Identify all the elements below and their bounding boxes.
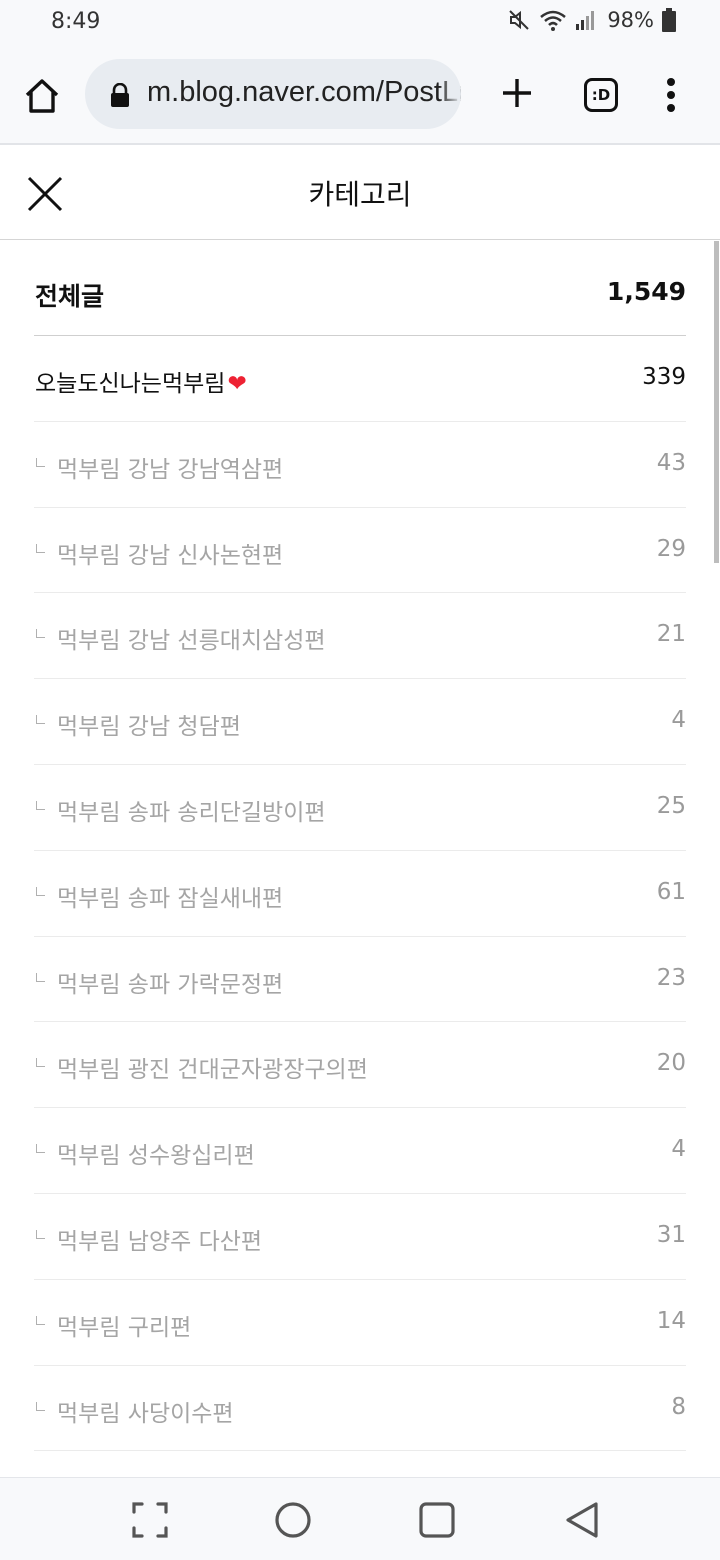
url-fade <box>439 59 461 129</box>
subcategory-count: 14 <box>656 1307 686 1334</box>
page-title: 카테고리 <box>308 178 412 211</box>
status-time: 8:49 <box>51 9 101 34</box>
subcategory-item[interactable]: 먹부림 성수왕십리편 4 <box>34 1108 686 1194</box>
category-total[interactable]: 전체글 1,549 <box>34 241 686 336</box>
category-count: 339 <box>642 364 686 390</box>
subcategory-name: 먹부림 남양주 다산편 <box>57 1228 263 1255</box>
branch-icon <box>36 1229 45 1239</box>
battery-percent: 98% <box>607 8 654 32</box>
url-text[interactable]: m.blog.naver.com/PostList <box>147 76 461 109</box>
category-header: 카테고리 <box>0 145 720 240</box>
branch-icon <box>36 1144 45 1154</box>
subcategory-name: 먹부림 송파 잠실새내편 <box>57 885 284 912</box>
back-triangle-icon[interactable] <box>562 1500 602 1540</box>
subcategory-item[interactable]: 먹부림 구리편 14 <box>34 1280 686 1366</box>
category-parent[interactable]: 오늘도신나는먹부림❤ 339 <box>34 336 686 422</box>
subcategory-name: 먹부림 송파 송리단길방이편 <box>57 799 326 826</box>
more-vertical-icon[interactable] <box>662 78 680 112</box>
subcategory-name: 먹부림 송파 가락문정편 <box>57 971 284 998</box>
subcategory-count: 61 <box>656 878 686 905</box>
subcategory-item[interactable]: 먹부림 광진 건대군자광장구의편 20 <box>34 1022 686 1109</box>
subcategory-count: 8 <box>671 1393 686 1420</box>
home-circle-icon[interactable] <box>273 1500 313 1540</box>
subcategory-count: 31 <box>656 1221 686 1248</box>
branch-icon <box>36 972 45 982</box>
subcategory-item[interactable]: 먹부림 강남 강남역삼편 43 <box>34 422 686 508</box>
subcategory-count: 23 <box>656 964 686 991</box>
tabs-label: :D <box>591 86 611 104</box>
subcategory-count: 4 <box>671 707 686 734</box>
system-nav-bar <box>0 1477 720 1560</box>
branch-icon <box>36 715 45 725</box>
subcategory-item[interactable]: 먹부림 강남 선릉대치삼성편 21 <box>34 593 686 680</box>
branch-icon <box>36 1315 45 1325</box>
subcategory-count: 21 <box>656 621 686 648</box>
mute-icon <box>509 10 530 30</box>
plus-icon[interactable] <box>500 76 534 110</box>
subcategory-item[interactable]: 먹부림 강남 청담편 4 <box>34 679 686 765</box>
branch-icon <box>36 1058 45 1068</box>
branch-icon <box>36 629 45 639</box>
subcategory-item[interactable]: 먹부림 강남 신사논현편 29 <box>34 508 686 594</box>
subcategory-name: 먹부림 강남 신사논현편 <box>57 542 284 569</box>
signal-icon <box>576 11 595 30</box>
subcategory-item[interactable]: 먹부림 남양주 다산편 31 <box>34 1194 686 1280</box>
branch-icon <box>36 1401 45 1411</box>
recents-icon[interactable] <box>130 1500 170 1540</box>
overview-square-icon[interactable] <box>417 1500 457 1540</box>
subcategory-item[interactable]: 먹부림 송파 잠실새내편 61 <box>34 851 686 937</box>
subcategory-name: 먹부림 강남 선릉대치삼성편 <box>57 628 326 655</box>
subcategory-count: 29 <box>656 535 686 562</box>
subcategory-name: 먹부림 구리편 <box>57 1314 192 1341</box>
subcategory-item[interactable]: 먹부림 송파 송리단길방이편 25 <box>34 765 686 851</box>
status-bar: 8:49 98% <box>0 0 720 46</box>
status-icons: 98% <box>507 8 676 32</box>
category-name: 오늘도신나는먹부림❤ <box>35 371 247 397</box>
subcategory-name: 먹부림 강남 강남역삼편 <box>57 456 284 483</box>
lock-icon <box>111 83 129 107</box>
subcategory-name: 먹부림 사당이수편 <box>57 1400 234 1427</box>
subcategory-name: 먹부림 성수왕십리편 <box>57 1143 255 1170</box>
tabs-icon[interactable]: :D <box>584 78 618 112</box>
subcategory-count: 25 <box>656 792 686 819</box>
category-name: 전체글 <box>35 282 105 311</box>
branch-icon <box>36 457 45 467</box>
subcategory-count: 43 <box>656 449 686 476</box>
category-list: 전체글 1,549 오늘도신나는먹부림❤ 339 먹부림 강남 강남역삼편 43 … <box>0 241 720 1477</box>
home-icon[interactable] <box>22 76 62 116</box>
subcategory-item[interactable]: 먹부림 송파 가락문정편 23 <box>34 937 686 1023</box>
branch-icon <box>36 886 45 896</box>
subcategory-name: 먹부림 강남 청담편 <box>57 714 241 741</box>
address-bar[interactable]: m.blog.naver.com/PostList <box>85 59 461 129</box>
branch-icon <box>36 800 45 810</box>
category-count: 1,549 <box>606 277 686 306</box>
wifi-icon <box>540 10 567 31</box>
subcategory-count: 20 <box>656 1050 686 1077</box>
subcategory-item[interactable]: 먹부림 사당이수편 8 <box>34 1366 686 1452</box>
scrollbar[interactable] <box>714 241 719 563</box>
subcategory-count: 4 <box>671 1136 686 1163</box>
subcategory-name: 먹부림 광진 건대군자광장구의편 <box>57 1057 368 1084</box>
heart-icon: ❤ <box>227 371 247 397</box>
branch-icon <box>36 543 45 553</box>
browser-toolbar: m.blog.naver.com/PostList :D <box>0 46 720 144</box>
battery-icon <box>662 8 676 32</box>
